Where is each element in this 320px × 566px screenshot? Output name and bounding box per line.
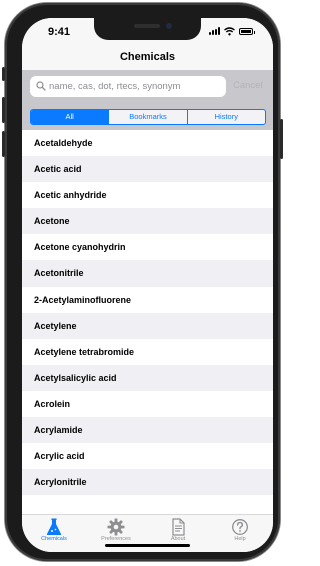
list-item[interactable]: Acetylene [22, 312, 273, 339]
status-time: 9:41 [48, 26, 71, 38]
list-item[interactable]: Acetylene tetrabromide [22, 338, 273, 365]
filter-bar: All Bookmarks History [22, 104, 273, 130]
home-indicator [105, 544, 190, 547]
search-bar: Cancel [22, 70, 273, 104]
tab-label: Preferences [101, 536, 131, 542]
list-item[interactable]: 2-Acetylaminofluorene [22, 286, 273, 313]
cancel-button[interactable]: Cancel [233, 80, 263, 91]
document-icon [172, 518, 185, 536]
segment-history[interactable]: History [186, 110, 265, 124]
segment-all[interactable]: All [31, 110, 109, 124]
volume-down-button [2, 131, 5, 157]
notch [94, 18, 201, 40]
cellular-signal-icon [209, 27, 221, 35]
front-camera [166, 23, 172, 29]
search-field[interactable] [30, 76, 226, 97]
list-item[interactable]: Acetone cyanohydrin [22, 234, 273, 261]
segment-bookmarks[interactable]: Bookmarks [108, 110, 186, 124]
list-item[interactable]: Acetonitrile [22, 260, 273, 287]
list-item[interactable]: Acrylonitrile [22, 469, 273, 496]
page-title: Chemicals [119, 51, 176, 63]
search-icon [36, 81, 46, 91]
chemical-list: Acetaldehyde Acetic acid Acetic anhydrid… [22, 130, 273, 514]
power-button [280, 119, 283, 159]
list-item[interactable]: Acetic anhydride [22, 182, 273, 209]
search-input[interactable] [49, 78, 221, 94]
screen: 9:41 Chemicals name, cas, dot, rtecs, sy… [22, 18, 273, 552]
device-frame: 9:41 Chemicals name, cas, dot, rtecs, sy… [2, 3, 283, 561]
volume-up-button [2, 97, 5, 123]
gear-icon [107, 518, 125, 536]
navigation-bar: Chemicals [22, 44, 273, 70]
flask-icon [46, 518, 62, 535]
list-item[interactable]: Acetaldehyde [22, 130, 273, 157]
status-icons [209, 27, 255, 37]
tab-help[interactable]: Help [209, 518, 271, 542]
battery-icon [239, 28, 255, 35]
list-item[interactable]: Acetylsalicylic acid [22, 364, 273, 391]
question-icon [232, 519, 248, 535]
list-item[interactable]: Acrolein [22, 390, 273, 418]
silent-switch [2, 67, 5, 81]
list-item[interactable]: Acetone [22, 208, 273, 235]
tab-label: About [170, 536, 186, 542]
tab-label: Chemicals [41, 536, 67, 542]
list-item[interactable]: Acetic acid [22, 156, 273, 183]
tab-label: Help [234, 536, 246, 542]
list-item[interactable]: Acrylamide [22, 417, 273, 444]
filter-segmented-control: All Bookmarks History [30, 109, 266, 125]
tab-about[interactable]: About [147, 518, 209, 542]
tab-preferences[interactable]: Preferences [85, 518, 147, 542]
list-item[interactable]: Acrylic acid [22, 443, 273, 470]
wifi-icon [224, 27, 235, 36]
tab-chemicals[interactable]: Chemicals [23, 518, 85, 542]
